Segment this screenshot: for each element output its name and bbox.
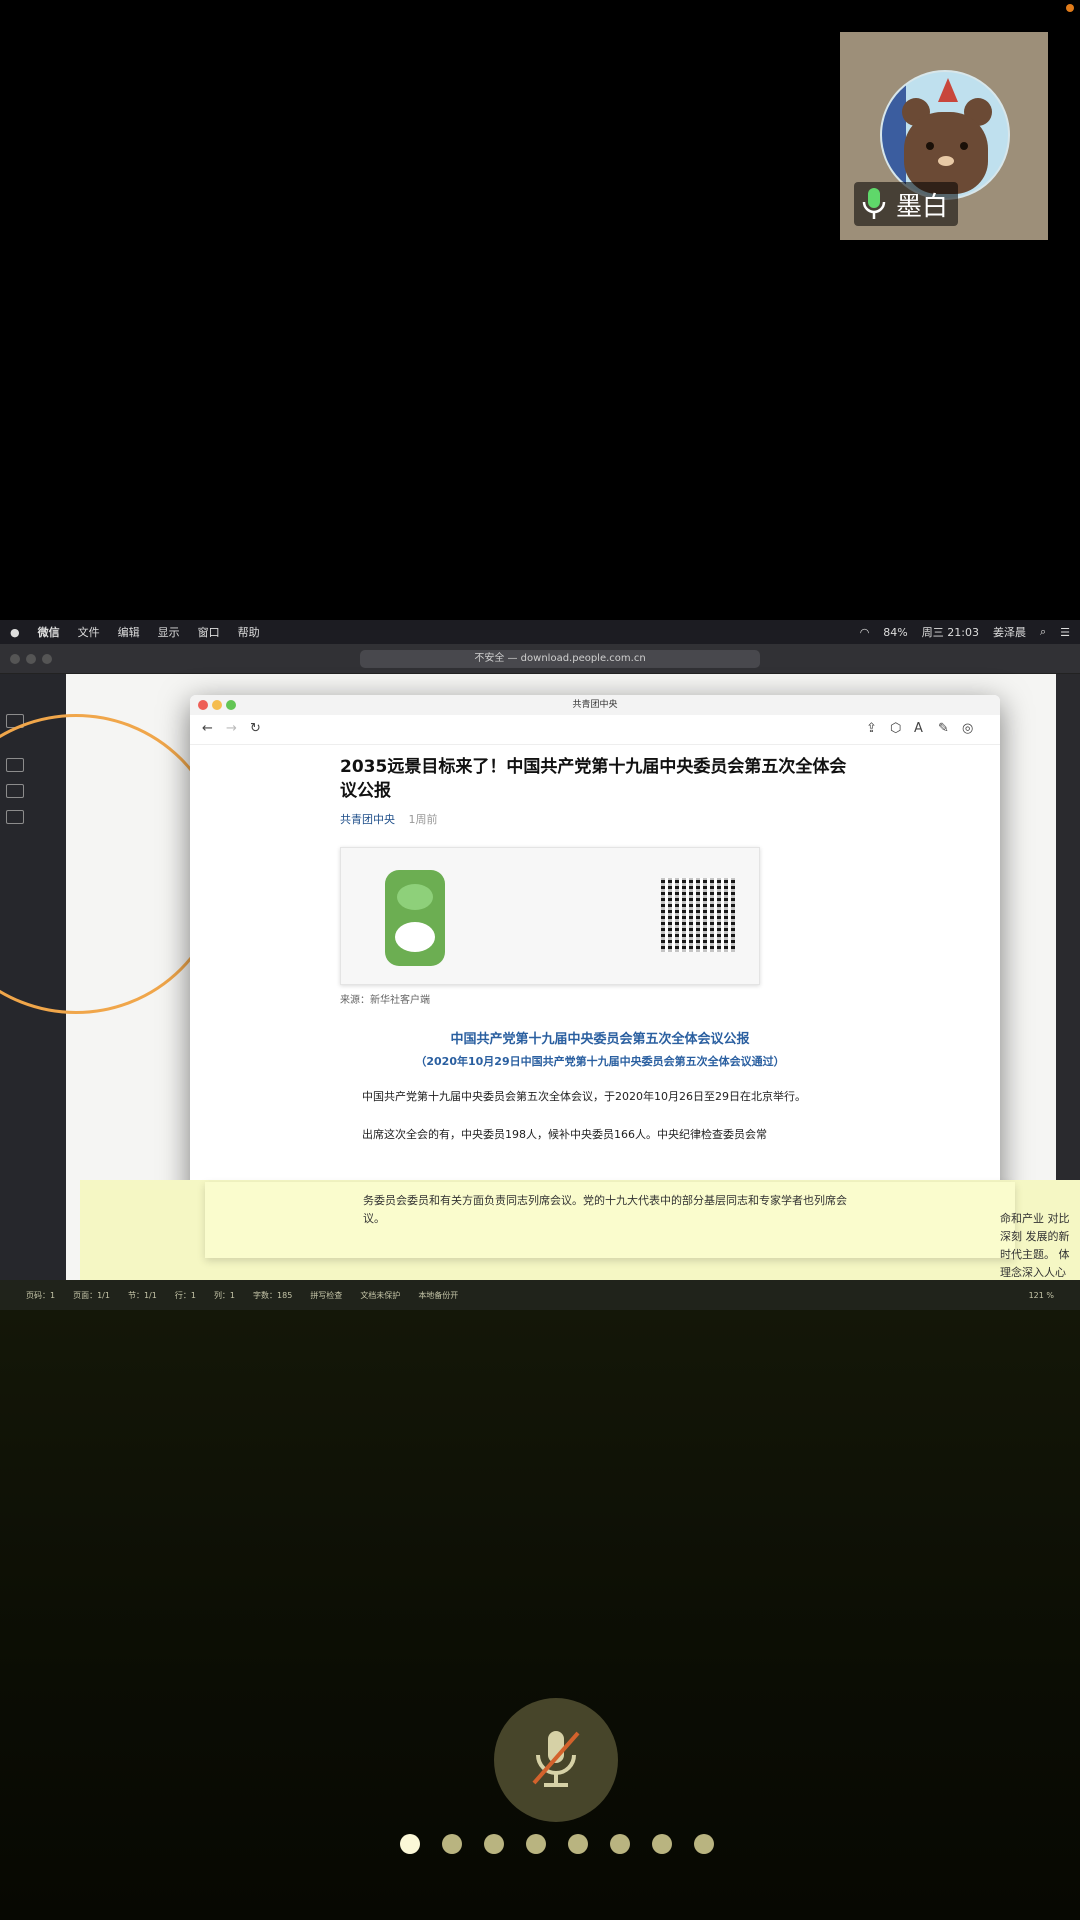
microphone-icon	[862, 188, 886, 219]
menu-status-area: ◠ 84% 周三 21:03 姜泽晨 ⌕ ☰	[860, 624, 1070, 640]
avatar-background	[882, 72, 906, 198]
menu-clock[interactable]: 周三 21:03	[922, 624, 979, 640]
status-spell[interactable]: 拼写检查	[310, 1290, 342, 1301]
wechat-bubble	[395, 922, 435, 952]
window-zoom-button[interactable]	[42, 654, 52, 664]
party-hat	[938, 78, 958, 102]
status-protect[interactable]: 文档未保护	[360, 1290, 400, 1301]
participant-name: 墨白	[896, 191, 949, 222]
qr-code-pattern	[661, 878, 735, 952]
side-text: 命和产业 对比深刻 发展的新时代主题。 体理念深入人心	[1000, 1212, 1070, 1279]
menu-app-name[interactable]: 微信	[38, 624, 60, 640]
status-words: 字数：185	[253, 1290, 293, 1300]
wechat-mascot-icon	[385, 870, 445, 966]
menu-user[interactable]: 姜泽晨	[993, 624, 1026, 640]
page-indicator	[400, 1834, 714, 1854]
url-bar[interactable]: 不安全 — download.people.com.cn	[360, 650, 760, 668]
article-titlebar: 共青团中央	[190, 695, 1000, 715]
paragraph-3: 务委员会委员和有关方面负责同志列席会议。党的十九大代表中的部分基层同志和专家学者…	[363, 1194, 847, 1225]
page-dot[interactable]	[484, 1834, 504, 1854]
article-meta: 共青团中央 1周前	[340, 811, 860, 827]
forward-arrow-icon[interactable]: →	[226, 721, 237, 736]
bulletin-subheadline: （2020年10月29日中国共产党第十九届中央委员会第五次全体会议通过）	[415, 1055, 785, 1068]
participant-name-tag: 墨白	[854, 182, 959, 226]
page-dot[interactable]	[526, 1834, 546, 1854]
list-icon[interactable]: ☰	[1060, 626, 1070, 639]
highlight-box: 务委员会委员和有关方面负责同志列席会议。党的十九大代表中的部分基层同志和专家学者…	[205, 1182, 1015, 1258]
browser-toolbar: 不安全 — download.people.com.cn	[0, 644, 1080, 674]
font-icon[interactable]: A	[914, 721, 923, 736]
menu-file[interactable]: 文件	[78, 624, 100, 640]
page-dot[interactable]	[400, 1834, 420, 1854]
article-banner-image	[340, 847, 760, 985]
menu-view[interactable]: 显示	[158, 624, 180, 640]
avatar	[880, 70, 1010, 200]
article-minimize-button[interactable]	[212, 700, 222, 710]
status-section: 节：1/1	[127, 1290, 157, 1300]
refresh-icon[interactable]: ↻	[250, 721, 261, 736]
menu-help[interactable]: 帮助	[238, 624, 260, 640]
page-dot[interactable]	[694, 1834, 714, 1854]
mascot-face	[397, 884, 433, 910]
menu-edit[interactable]: 编辑	[118, 624, 140, 640]
article-time: 1周前	[408, 813, 438, 826]
search-icon[interactable]: ⌕	[1040, 625, 1046, 639]
article-close-button[interactable]	[198, 700, 208, 710]
edit-icon[interactable]: ✎	[938, 721, 949, 736]
article-window-title: 共青团中央	[572, 700, 618, 710]
paragraph-1: 中国共产党第十九届中央委员会第五次全体会议，于2020年10月26日至29日在北…	[362, 1090, 806, 1103]
page-dot[interactable]	[652, 1834, 672, 1854]
mac-menu-bar: ● 微信 文件 编辑 显示 窗口 帮助 ◠ 84% 周三 21:03 姜泽晨 ⌕…	[0, 620, 1080, 644]
share-icon[interactable]: ⇪	[866, 721, 877, 736]
compass-icon[interactable]: ◎	[962, 721, 973, 736]
status-zoom[interactable]: 121 %	[1029, 1291, 1054, 1300]
word-status-bar: 页码：1 页面：1/1 节：1/1 行：1 列：1 字数：185 拼写检查 文档…	[0, 1280, 1080, 1310]
back-arrow-icon[interactable]: ←	[202, 721, 213, 736]
article-body: 2035远景目标来了！中国共产党第十九届中央委员会第五次全体会议公报 共青团中央…	[340, 755, 860, 1145]
page-dot[interactable]	[442, 1834, 462, 1854]
participant-tile[interactable]: 墨白	[840, 32, 1048, 240]
bottom-background	[0, 1310, 1080, 1920]
call-screen: 墨白 ● 微信 文件 编辑 显示 窗口 帮助 ◠ 84% 周三 21:03 姜泽…	[0, 0, 1080, 1920]
window-minimize-button[interactable]	[26, 654, 36, 664]
status-pages: 页面：1/1	[73, 1290, 110, 1300]
wifi-icon[interactable]: ◠	[860, 626, 870, 639]
mic-off-icon	[532, 1731, 580, 1787]
status-col: 列：1	[213, 1290, 236, 1300]
recording-indicator	[1066, 4, 1074, 12]
status-row: 行：1	[174, 1290, 196, 1300]
article-author[interactable]: 共青团中央	[340, 813, 395, 826]
paragraph-2: 出席这次全会的有，中央委员198人，候补中央委员166人。中央纪律检查委员会常	[362, 1128, 767, 1141]
status-backup[interactable]: 本地备份开	[418, 1290, 458, 1301]
menu-window[interactable]: 窗口	[198, 624, 220, 640]
mute-button[interactable]	[494, 1698, 618, 1822]
page-dot[interactable]	[568, 1834, 588, 1854]
image-source: 来源：新华社客户端	[340, 995, 430, 1006]
bear-eye-right	[960, 142, 968, 150]
article-zoom-button[interactable]	[226, 700, 236, 710]
bear-snout	[938, 156, 954, 166]
apple-icon[interactable]: ●	[10, 626, 20, 639]
page-dot[interactable]	[610, 1834, 630, 1854]
cube-icon[interactable]: ⬡	[890, 721, 901, 736]
article-title: 2035远景目标来了！中国共产党第十九届中央委员会第五次全体会议公报	[340, 757, 847, 801]
battery-level[interactable]: 84%	[883, 626, 907, 639]
shared-screen: ● 微信 文件 编辑 显示 窗口 帮助 ◠ 84% 周三 21:03 姜泽晨 ⌕…	[0, 620, 1080, 1310]
window-close-button[interactable]	[10, 654, 20, 664]
status-page: 页码：1	[26, 1290, 56, 1300]
article-toolbar: ← → ↻ ⇪ ⬡ A ✎ ◎	[190, 715, 1000, 745]
bulletin-headline: 中国共产党第十九届中央委员会第五次全体会议公报	[450, 1032, 750, 1047]
bear-eye-left	[926, 142, 934, 150]
